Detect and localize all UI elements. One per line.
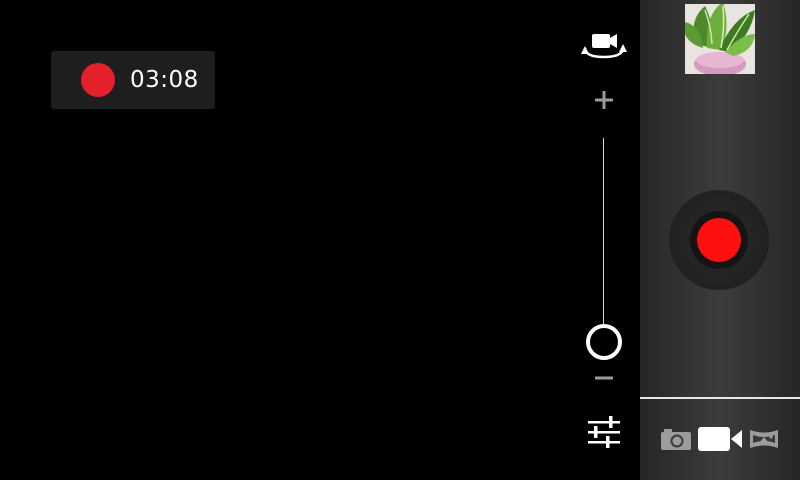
camera-screen: 03:08 xyxy=(0,0,800,480)
zoom-slider-track[interactable] xyxy=(603,138,604,328)
video-camera-icon[interactable] xyxy=(696,425,744,453)
sliders-icon[interactable] xyxy=(584,414,624,450)
zoom-slider-handle[interactable] xyxy=(586,324,622,360)
camera-icon[interactable] xyxy=(660,427,692,451)
control-panel xyxy=(640,0,800,480)
switch-camera-icon[interactable] xyxy=(580,28,628,64)
gallery-thumbnail[interactable] xyxy=(685,4,755,74)
record-dot-icon xyxy=(81,63,115,97)
panorama-icon[interactable] xyxy=(748,427,780,451)
record-button-ring xyxy=(690,211,748,269)
record-button-icon xyxy=(697,218,741,262)
recording-timer: 03:08 xyxy=(130,67,199,93)
record-button[interactable] xyxy=(669,190,769,290)
zoom-out-icon[interactable] xyxy=(590,364,618,392)
recording-indicator: 03:08 xyxy=(51,51,215,109)
zoom-in-icon[interactable] xyxy=(590,86,618,114)
mode-selector xyxy=(640,399,800,480)
viewfinder[interactable]: 03:08 xyxy=(0,0,640,480)
